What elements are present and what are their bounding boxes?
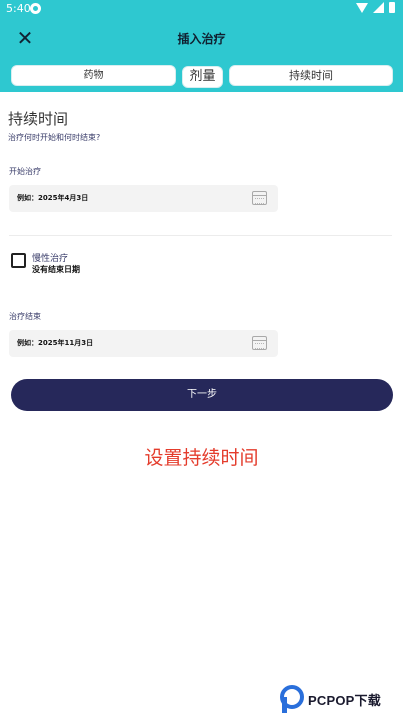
app-bar: ✕ 插入治疗 药物 剂量 持续时间 [0,18,403,92]
end-date-placeholder: 例如：2025年11月3日 [17,339,94,347]
page-title: 插入治疗 [177,32,226,46]
status-bar: 5:40 [0,0,403,18]
chronic-treatment-checkbox[interactable] [11,253,26,268]
section-subtitle: 治疗何时开始和何时结束? [8,133,101,142]
watermark-text: PCPOP下载 [308,693,381,708]
status-time: 5:40 [6,2,31,15]
divider [9,235,392,236]
tab-dosage[interactable]: 剂量 [182,66,223,88]
wifi-icon [356,2,368,13]
calendar-icon[interactable] [252,191,267,205]
start-date-placeholder: 例如：2025年4月3日 [17,194,89,202]
pcpop-logo-icon [280,685,304,713]
notification-icon [30,3,41,14]
section-title: 持续时间 [8,110,69,128]
start-date-label: 开始治疗 [9,167,41,176]
cellular-signal-icon [373,2,384,13]
overlay-caption: 设置持续时间 [144,447,259,469]
watermark: PCPOP下载 [279,683,403,719]
battery-icon [389,2,395,13]
calendar-icon[interactable] [252,336,267,350]
tab-duration[interactable]: 持续时间 [229,65,393,86]
end-date-label: 治疗结束 [9,312,41,321]
end-date-field[interactable]: 例如：2025年11月3日 [9,330,278,357]
tab-medication[interactable]: 药物 [11,65,176,86]
chronic-treatment-sublabel: 没有结束日期 [32,265,80,274]
chronic-treatment-label: 慢性治疗 [32,254,69,264]
start-date-field[interactable]: 例如：2025年4月3日 [9,185,278,212]
status-icons [356,2,395,13]
next-button[interactable]: 下一步 [11,379,393,411]
